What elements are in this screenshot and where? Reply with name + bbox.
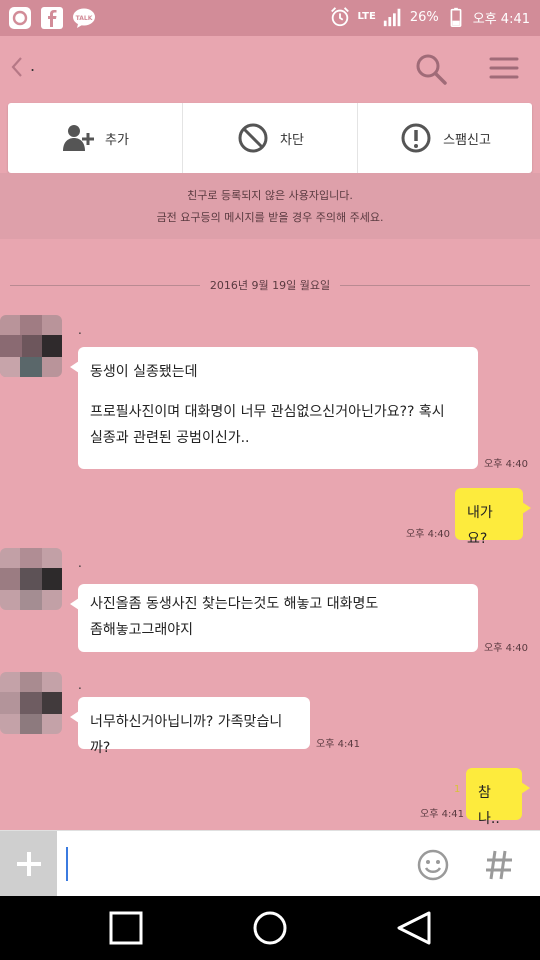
report-spam-button[interactable]: 스팸신고: [358, 103, 532, 173]
system-nav-bar: [0, 896, 540, 960]
message-line: 사진올좀 동생사진 찾는다는것도 해놓고 대화명도: [90, 596, 379, 612]
block-button[interactable]: 차단: [183, 103, 358, 173]
bubble-tail: [70, 598, 79, 610]
message-line: 동생이 실종됐는데: [90, 364, 198, 380]
block-icon: [238, 123, 268, 153]
battery-percent: 26%: [409, 9, 439, 25]
avatar[interactable]: [0, 548, 62, 610]
message-time: 오후 4:40: [484, 643, 529, 654]
plus-icon: [16, 852, 41, 876]
warning-icon: [401, 123, 431, 153]
message-bubble[interactable]: 사진올좀 동생사진 찾는다는것도 해놓고 대화명도 좀해놓고그래야지: [70, 584, 478, 652]
divider-line: [10, 284, 200, 286]
stranger-notice: 친구로 등록되지 않은 사용자입니다. 금전 요구등의 메시지를 받을 경우 주…: [0, 173, 540, 239]
message-line: 참나..: [478, 785, 500, 827]
divider-line: [340, 284, 531, 286]
message-time: 오후 4:41: [316, 739, 361, 750]
message-line: 프로필사진이며 대화명이 너무 관심없으신거아닌가요?? 혹시: [90, 404, 445, 420]
message-line: 내가요?: [467, 505, 493, 547]
date-label: 2016년 9월 19일 월요일: [209, 279, 331, 292]
recent-apps-icon[interactable]: [108, 910, 144, 946]
status-time: 오후 4:41: [472, 11, 530, 27]
back-chevron-icon[interactable]: [10, 56, 24, 78]
stranger-action-panel: 추가 차단 스팸신고: [8, 103, 532, 173]
message-input[interactable]: [66, 847, 396, 881]
notice-line-2: 금전 요구등의 메시지를 받을 경우 주의해 주세요.: [156, 211, 384, 224]
svg-text:TALK: TALK: [76, 15, 93, 22]
bubble-tail: [70, 361, 79, 373]
report-spam-label: 스팸신고: [443, 132, 491, 148]
network-type: LTE: [357, 11, 376, 22]
menu-icon[interactable]: [488, 52, 520, 84]
avatar[interactable]: [0, 315, 62, 377]
message-line: 실종과 관련된 공범이신가..: [90, 430, 250, 446]
attach-button[interactable]: [0, 831, 57, 897]
hashtag-icon[interactable]: [484, 848, 514, 882]
avatar[interactable]: [0, 672, 62, 734]
bubble-tail: [521, 782, 530, 794]
emoticon-icon[interactable]: [416, 848, 450, 882]
block-label: 차단: [280, 132, 304, 148]
back-icon[interactable]: [396, 910, 432, 946]
sender-name: .: [78, 323, 82, 337]
message-time: 오후 4:40: [484, 459, 529, 470]
sender-name: .: [78, 556, 82, 570]
notice-line-1: 친구로 등록되지 않은 사용자입니다.: [187, 189, 353, 202]
date-divider: 2016년 9월 19일 월요일: [10, 276, 531, 294]
facebook-icon: [40, 6, 64, 30]
sender-name: .: [78, 678, 82, 692]
bubble-tail: [522, 502, 531, 514]
battery-icon: [450, 7, 462, 27]
chat-title: .: [30, 56, 36, 75]
message-line: 좀해놓고그래야지: [90, 622, 194, 638]
my-message-bubble[interactable]: 내가요?: [455, 488, 531, 547]
message-time: 오후 4:41: [420, 809, 465, 820]
status-bar: TALK LTE 26% 오후 4:41: [0, 0, 540, 36]
message-line: [90, 385, 466, 399]
u-plus-app-icon: [8, 6, 32, 30]
home-icon[interactable]: [252, 910, 288, 946]
unread-count: 1: [454, 784, 461, 795]
message-time: 오후 4:40: [406, 529, 451, 540]
signal-icon: [383, 8, 401, 27]
add-friend-label: 추가: [105, 132, 129, 148]
search-icon[interactable]: [414, 52, 448, 86]
chat-header: .: [0, 36, 540, 100]
message-bubble[interactable]: 너무하신거아닙니까? 가족맞습니까?: [70, 697, 310, 756]
bubble-tail: [70, 711, 79, 723]
add-user-icon: [63, 125, 95, 151]
my-message-bubble[interactable]: 참나..: [466, 768, 530, 827]
kakaotalk-icon: TALK: [72, 6, 96, 30]
message-input-bar: [0, 830, 540, 897]
message-bubble[interactable]: 동생이 실종됐는데 프로필사진이며 대화명이 너무 관심없으신거아닌가요?? 혹…: [70, 347, 478, 469]
add-friend-button[interactable]: 추가: [8, 103, 183, 173]
message-line: 너무하신거아닙니까? 가족맞습니까?: [90, 714, 283, 756]
alarm-icon: [331, 7, 350, 27]
